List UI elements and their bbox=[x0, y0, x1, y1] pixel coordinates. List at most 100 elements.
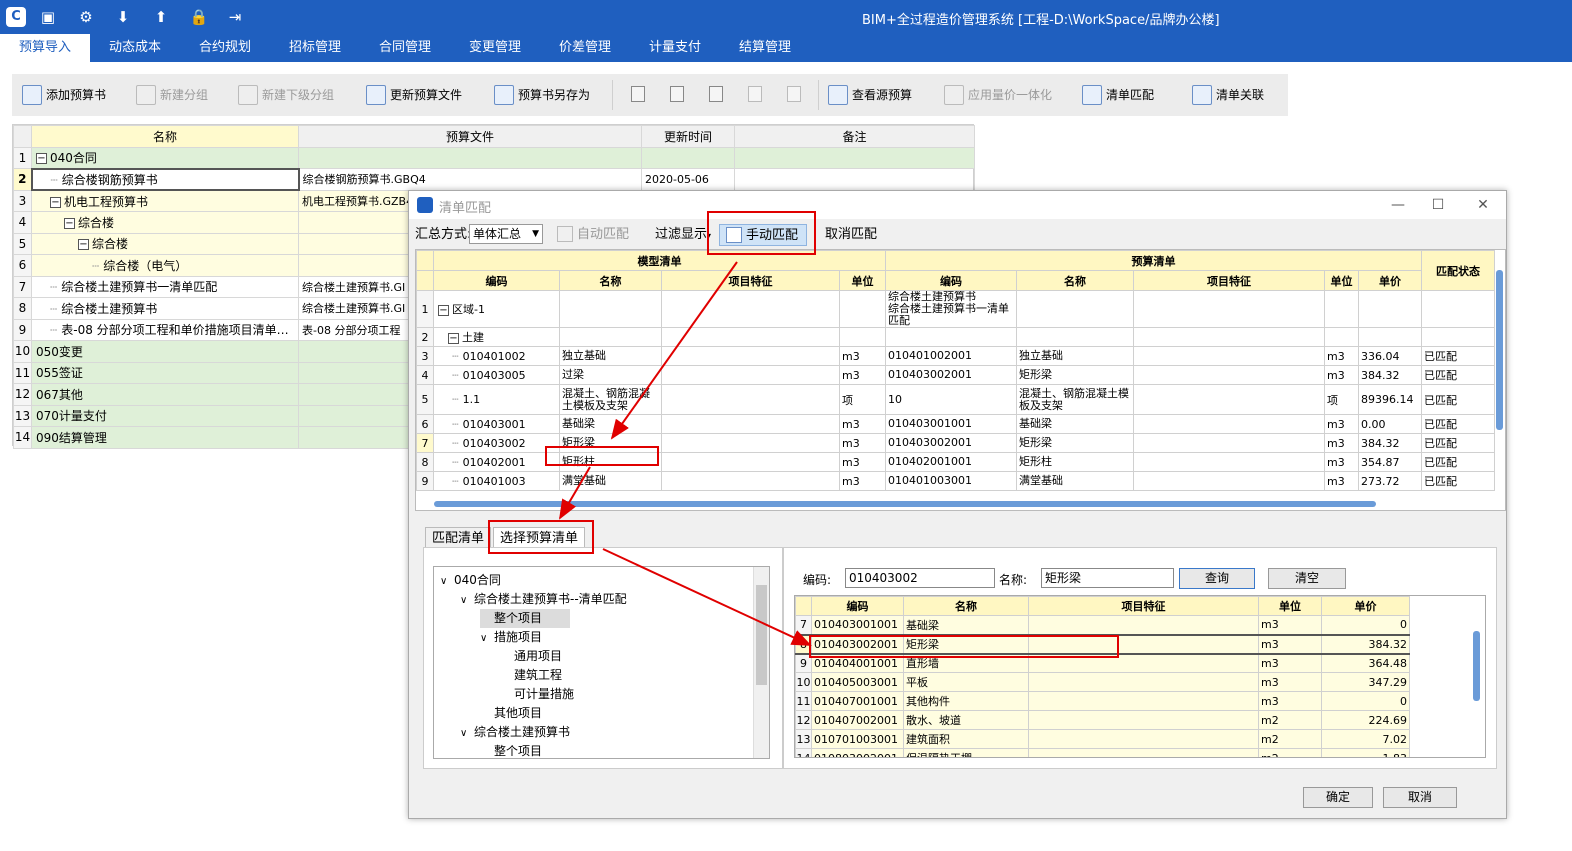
budget-price-cell[interactable]: 384.32 bbox=[1357, 365, 1423, 385]
model-code-header[interactable]: 编码 bbox=[433, 270, 560, 291]
menu-price-diff[interactable]: 价差管理 bbox=[540, 34, 630, 62]
model-code-cell[interactable]: ┄ 010401002 bbox=[433, 346, 560, 366]
model-code-cell[interactable]: ┄ 010403002 bbox=[433, 433, 560, 453]
row-time-cell[interactable]: 2020-05-06 bbox=[641, 168, 735, 191]
model-unit-cell[interactable]: m3 bbox=[839, 471, 886, 491]
chevron-down-icon[interactable]: ∨ bbox=[480, 629, 494, 648]
model-unit-cell[interactable] bbox=[839, 290, 886, 328]
result-feature-cell[interactable] bbox=[1028, 672, 1259, 692]
row-file-cell[interactable] bbox=[298, 146, 642, 169]
menu-change[interactable]: 变更管理 bbox=[450, 34, 540, 62]
budget-unit-cell[interactable]: m3 bbox=[1324, 471, 1359, 491]
result-code-header[interactable]: 编码 bbox=[811, 596, 904, 616]
result-price-cell[interactable]: 0 bbox=[1321, 691, 1410, 711]
model-unit-cell[interactable]: m3 bbox=[839, 452, 886, 472]
col-time-header[interactable]: 更新时间 bbox=[641, 125, 735, 148]
match-status-cell[interactable]: 已匹配 bbox=[1421, 433, 1496, 453]
save-as-button[interactable]: 预算书另存为 bbox=[494, 84, 590, 106]
result-code-cell[interactable]: 010407001001 bbox=[811, 691, 904, 711]
export-icon[interactable] bbox=[668, 84, 688, 106]
budget-price-cell[interactable]: 354.87 bbox=[1357, 452, 1423, 472]
table-row[interactable]: 11 010407001001 其他构件 m3 0 bbox=[795, 691, 1410, 711]
budget-name-cell[interactable]: 矩形柱 bbox=[1016, 452, 1134, 472]
match-status-header[interactable]: 匹配状态 bbox=[1421, 250, 1496, 291]
table-row[interactable]: 2− 土建 bbox=[416, 327, 1496, 347]
horizontal-scrollbar[interactable] bbox=[434, 501, 1376, 507]
row-name-cell[interactable]: 090结算管理 bbox=[31, 426, 299, 449]
budget-name-cell[interactable]: 混凝土、钢筋混凝土模板及支架 bbox=[1016, 384, 1134, 415]
tree-scrollbar-thumb[interactable] bbox=[756, 585, 767, 685]
row-name-cell[interactable]: − 机电工程预算书 bbox=[31, 189, 299, 212]
move-up-icon[interactable] bbox=[746, 84, 766, 106]
budget-code-cell[interactable]: 10 bbox=[885, 384, 1017, 415]
collapse-icon[interactable]: − bbox=[50, 196, 61, 208]
move-down-icon[interactable] bbox=[785, 84, 805, 106]
menu-contract-plan[interactable]: 合约规划 bbox=[180, 34, 270, 62]
row-name-cell[interactable]: 067其他 bbox=[31, 383, 299, 406]
menu-bidding[interactable]: 招标管理 bbox=[270, 34, 360, 62]
model-feature-cell[interactable] bbox=[661, 365, 840, 385]
budget-code-cell[interactable] bbox=[885, 327, 1017, 347]
new-sub-group-button[interactable]: 新建下级分组 bbox=[238, 84, 334, 106]
result-price-cell[interactable]: 224.69 bbox=[1321, 710, 1410, 730]
result-unit-cell[interactable]: m3 bbox=[1258, 672, 1322, 692]
row-note-cell[interactable] bbox=[734, 168, 975, 191]
result-unit-cell[interactable]: m3 bbox=[1258, 615, 1322, 635]
budget-code-cell[interactable]: 010401003001 bbox=[885, 471, 1017, 491]
row-name-cell[interactable]: 070计量支付 bbox=[31, 404, 299, 427]
result-code-cell[interactable]: 010403001001 bbox=[811, 615, 904, 635]
result-feature-cell[interactable] bbox=[1028, 748, 1259, 757]
budget-feature-cell[interactable] bbox=[1133, 346, 1325, 366]
match-status-cell[interactable]: 已匹配 bbox=[1421, 384, 1496, 415]
model-name-cell[interactable]: 独立基础 bbox=[559, 346, 662, 366]
budget-price-cell[interactable]: 384.32 bbox=[1357, 433, 1423, 453]
filter-display-button[interactable]: 过滤显示▾ bbox=[655, 224, 711, 246]
result-price-header[interactable]: 单价 bbox=[1321, 596, 1410, 616]
close-icon[interactable]: ✕ bbox=[1469, 195, 1497, 215]
vertical-scrollbar[interactable] bbox=[1496, 270, 1503, 430]
cancel-button[interactable]: 取消 bbox=[1383, 787, 1457, 808]
result-price-cell[interactable]: 384.32 bbox=[1321, 633, 1410, 655]
chevron-down-icon[interactable]: ∨ bbox=[460, 591, 474, 610]
result-name-cell[interactable]: 散水、坡道 bbox=[903, 710, 1029, 730]
result-feature-cell[interactable] bbox=[1028, 729, 1259, 749]
auto-match-button[interactable]: 自动匹配 bbox=[557, 224, 629, 246]
result-feature-cell[interactable] bbox=[1028, 691, 1259, 711]
row-time-cell[interactable] bbox=[641, 146, 735, 169]
budget-name-cell[interactable] bbox=[1016, 290, 1134, 328]
insert-icon[interactable] bbox=[629, 84, 649, 106]
model-unit-cell[interactable]: 项 bbox=[839, 384, 886, 415]
result-name-cell[interactable]: 基础梁 bbox=[903, 615, 1029, 635]
gear-icon[interactable]: ⚙ bbox=[76, 7, 96, 27]
tree-node[interactable]: 可计量措施 bbox=[500, 685, 574, 704]
list-link-button[interactable]: 清单关联 bbox=[1192, 84, 1264, 106]
result-code-cell[interactable]: 010701003001 bbox=[811, 729, 904, 749]
model-feature-cell[interactable] bbox=[661, 433, 840, 453]
col-file-header[interactable]: 预算文件 bbox=[298, 125, 642, 148]
result-unit-cell[interactable]: m2 bbox=[1258, 748, 1322, 757]
budget-price-cell[interactable]: 0.00 bbox=[1357, 414, 1423, 434]
model-feature-cell[interactable] bbox=[661, 384, 840, 415]
row-name-cell[interactable]: ┄ 表-08 分部分项工程和单价措施项目清单… bbox=[31, 318, 299, 341]
row-note-cell[interactable] bbox=[734, 146, 975, 169]
tree-node[interactable]: 整个项目 bbox=[480, 609, 571, 628]
model-name-cell[interactable] bbox=[559, 290, 662, 328]
match-status-cell[interactable]: 已匹配 bbox=[1421, 365, 1496, 385]
model-unit-header[interactable]: 单位 bbox=[839, 270, 886, 291]
ok-button[interactable]: 确定 bbox=[1303, 787, 1373, 808]
clear-button[interactable]: 清空 bbox=[1268, 568, 1346, 589]
menu-settlement[interactable]: 结算管理 bbox=[720, 34, 810, 62]
result-feature-header[interactable]: 项目特征 bbox=[1028, 596, 1259, 616]
minimize-icon[interactable]: — bbox=[1384, 195, 1412, 215]
result-code-cell[interactable]: 010405003001 bbox=[811, 672, 904, 692]
name-input[interactable]: 矩形梁 bbox=[1041, 568, 1174, 588]
col-name-header[interactable]: 名称 bbox=[31, 125, 299, 148]
tree-scrollbar[interactable] bbox=[753, 567, 769, 758]
table-row[interactable]: 7 010403001001 基础梁 m3 0 bbox=[795, 615, 1410, 635]
model-feature-cell[interactable] bbox=[661, 346, 840, 366]
tree-node[interactable]: 其他项目 bbox=[480, 704, 542, 723]
table-row[interactable]: 5 ┄ 1.1 混凝土、钢筋混凝土模板及支架项 10 混凝土、钢筋混凝土模板及支架项 893… bbox=[416, 384, 1496, 415]
tree-node[interactable]: ∨ 040合同 bbox=[440, 571, 501, 590]
budget-price-cell[interactable] bbox=[1357, 327, 1423, 347]
row-name-cell[interactable]: ┄ 综合楼土建预算书一清单匹配 bbox=[31, 275, 299, 298]
